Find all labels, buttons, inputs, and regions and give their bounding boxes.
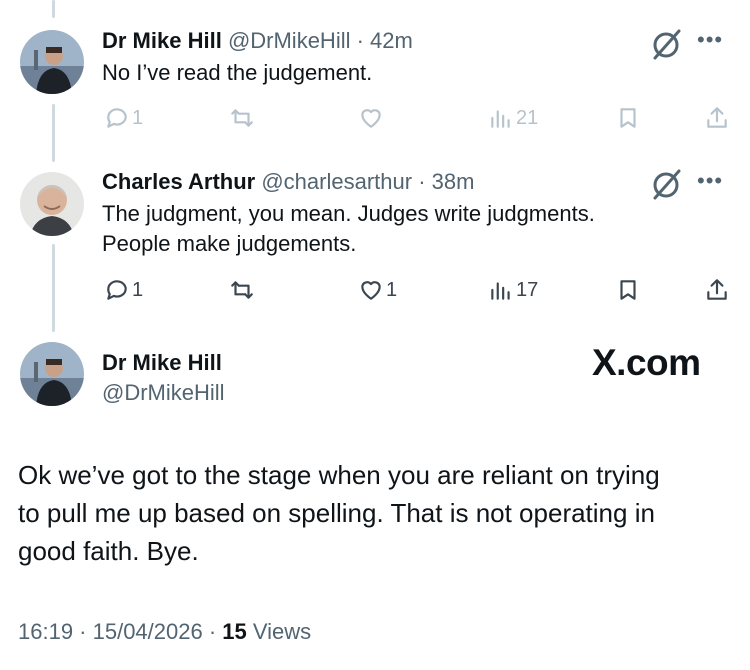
bookmark-button[interactable] xyxy=(615,277,641,303)
views-button[interactable]: 17 xyxy=(488,277,538,303)
repost-button[interactable] xyxy=(229,105,255,131)
avatar[interactable] xyxy=(20,30,84,94)
share-icon xyxy=(704,277,730,303)
reply-button[interactable]: 1 xyxy=(104,277,143,303)
repost-button[interactable] xyxy=(229,277,255,303)
author-name[interactable]: Dr Mike Hill xyxy=(102,28,222,53)
author-name[interactable]: Charles Arthur xyxy=(102,169,255,194)
reply-header: Dr Mike Hill @DrMikeHill · 42m xyxy=(102,27,413,55)
post-meta: 16:19 · 15/04/2026 · 15 Views xyxy=(18,619,311,645)
views-count: 21 xyxy=(516,106,539,129)
views-label: Views xyxy=(252,619,312,644)
more-icon[interactable]: ••• xyxy=(697,27,723,53)
reply-count: 1 xyxy=(132,278,144,301)
views-icon xyxy=(488,105,514,131)
avatar[interactable] xyxy=(20,172,84,236)
reply-header: Charles Arthur @charlesarthur · 38m xyxy=(102,168,474,196)
bookmark-icon xyxy=(615,105,641,131)
author-handle[interactable]: @DrMikeHill xyxy=(228,28,351,53)
watermark: X.com xyxy=(592,342,701,383)
thread-line-top xyxy=(52,0,55,18)
post-text-line: The judgment, you mean. Judges write jud… xyxy=(102,201,595,226)
share-button[interactable] xyxy=(704,277,730,303)
post-time[interactable]: · 42m xyxy=(357,28,413,53)
like-icon xyxy=(358,105,384,131)
more-icon[interactable]: ••• xyxy=(697,168,723,194)
views-icon xyxy=(488,277,514,303)
avatar[interactable] xyxy=(20,342,84,406)
post-time[interactable]: · 38m xyxy=(418,169,474,194)
post-text: No I’ve read the judgement. xyxy=(102,60,373,85)
post-text-line: good faith. Bye. xyxy=(18,536,199,566)
grok-icon[interactable] xyxy=(650,27,684,61)
repost-icon xyxy=(229,277,255,303)
reply-count: 1 xyxy=(132,106,144,129)
reply-icon xyxy=(104,105,130,131)
post-text-line: Ok we’ve got to the stage when you are r… xyxy=(18,460,660,490)
like-button[interactable]: 1 xyxy=(358,277,397,303)
post-text-line: to pull me up based on spelling. That is… xyxy=(18,498,655,528)
bookmark-button[interactable] xyxy=(615,105,641,131)
post-timestamp[interactable]: 16:19 · 15/04/2026 · xyxy=(18,619,222,644)
thread-line-1 xyxy=(52,104,55,162)
grok-icon[interactable] xyxy=(650,167,684,201)
author-handle[interactable]: @DrMikeHill xyxy=(102,380,225,406)
view-count: 15 xyxy=(222,619,247,644)
post-body: Ok we’ve got to the stage when you are r… xyxy=(18,456,660,570)
share-icon xyxy=(704,105,730,131)
author-name[interactable]: Dr Mike Hill xyxy=(102,350,222,376)
reply-button[interactable]: 1 xyxy=(104,105,143,131)
share-button[interactable] xyxy=(704,105,730,131)
views-count: 17 xyxy=(516,278,539,301)
reply-icon xyxy=(104,277,130,303)
like-count: 1 xyxy=(386,278,398,301)
views-button[interactable]: 21 xyxy=(488,105,538,131)
like-icon xyxy=(358,277,384,303)
thread-line-2 xyxy=(52,244,55,332)
bookmark-icon xyxy=(615,277,641,303)
author-handle[interactable]: @charlesarthur xyxy=(261,169,412,194)
repost-icon xyxy=(229,105,255,131)
like-button[interactable] xyxy=(358,105,384,131)
post-text-line: People make judgements. xyxy=(102,231,357,256)
